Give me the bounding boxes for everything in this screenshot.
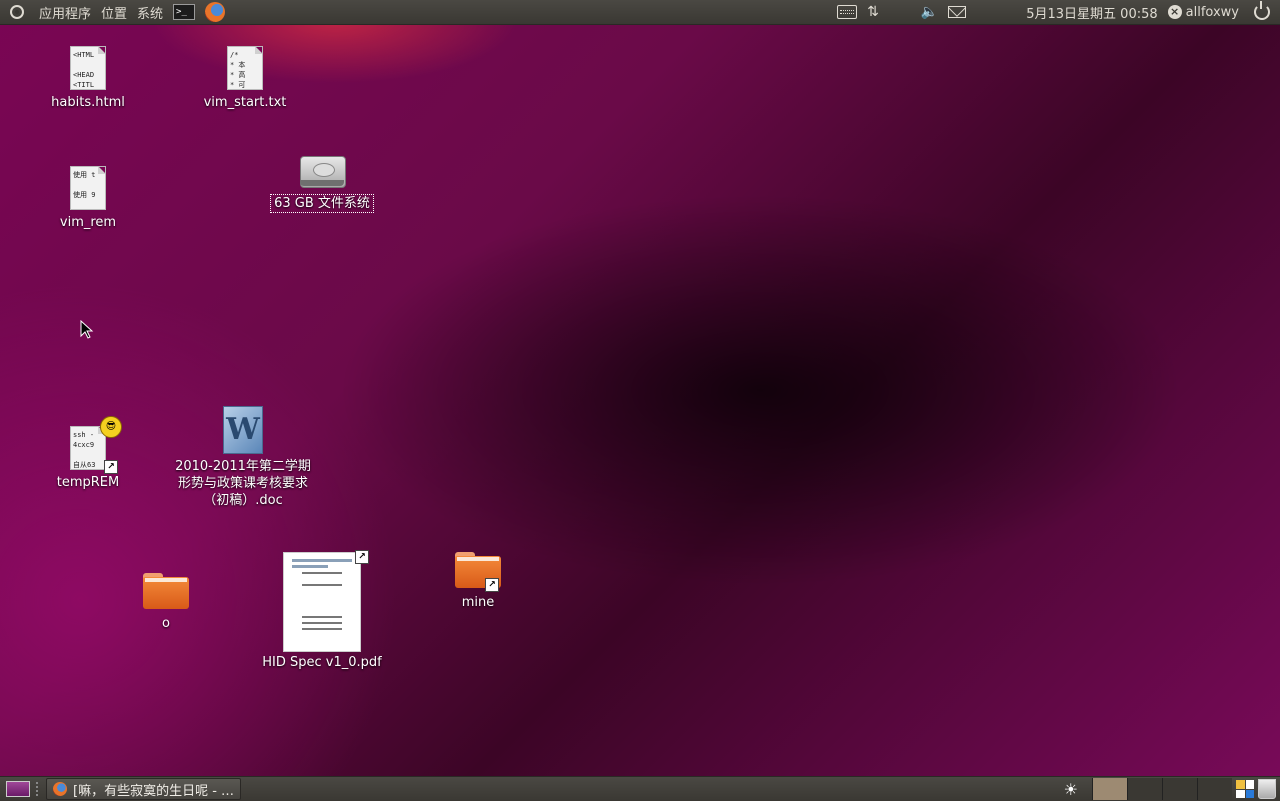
taskbar-window-title: [嘛，有些寂寞的生日呢 - …	[73, 783, 235, 799]
cool-emblem-icon: 😎	[100, 416, 122, 438]
desktop-icon-label: HID Spec v1_0.pdf	[262, 655, 382, 670]
terminal-icon: >_	[173, 4, 196, 20]
desktop-icon-habits-html[interactable]: <HTML <HEAD <TITL habits.html	[13, 46, 163, 111]
desktop-icon-temprem[interactable]: ssh - 4cxc9 自从63 😎 ↗ tempREM	[13, 416, 163, 491]
ubuntu-logo-icon[interactable]	[0, 0, 34, 24]
workspace-switcher-icon[interactable]	[1236, 780, 1254, 798]
keyboard-indicator[interactable]	[832, 0, 862, 24]
taskbar-window-button[interactable]: [嘛，有些寂寞的生日呢 - …	[46, 778, 242, 800]
firefox-icon	[205, 2, 226, 22]
workspace-1[interactable]	[1092, 778, 1127, 800]
menu-places[interactable]: 位置	[96, 0, 132, 24]
text-file-icon: 使用 t 使用 9	[70, 166, 106, 210]
hard-drive-icon	[298, 152, 346, 192]
desktop-icon-folder-o[interactable]: o	[91, 573, 241, 632]
desktop-icon-label: 2010-2011年第二学期	[175, 459, 311, 474]
desktop-icon-vim-start-txt[interactable]: /* * 本 * 高 * 可 vim_start.txt	[170, 46, 320, 111]
desktop-icon-label: o	[162, 616, 170, 631]
messaging-indicator[interactable]	[943, 0, 971, 24]
clock[interactable]: 5月13日星期五 00:58	[1021, 0, 1162, 24]
symlink-arrow-icon: ↗	[355, 550, 369, 564]
pdf-file-icon	[283, 552, 361, 652]
desktop-icon-filesystem[interactable]: 63 GB 文件系统	[247, 152, 397, 213]
bottom-panel: [嘛，有些寂寞的生日呢 - … ☀	[0, 776, 1280, 801]
workspace-4[interactable]	[1197, 778, 1232, 800]
desktop-icon-hid-spec-pdf[interactable]: ↗ HID Spec v1_0.pdf	[247, 550, 397, 671]
session-menu[interactable]	[1244, 0, 1280, 24]
desktop-icon-label: 63 GB 文件系统	[270, 194, 374, 213]
user-status-icon: ×	[1167, 5, 1182, 19]
keyboard-icon	[837, 5, 858, 19]
desktop-icon-label: tempREM	[56, 475, 120, 490]
weather-sun-icon[interactable]: ☀	[1064, 780, 1078, 799]
user-menu[interactable]: × allfoxwy	[1163, 0, 1244, 24]
desktop-icon-vim-rem[interactable]: 使用 t 使用 9 vim_rem	[13, 166, 163, 231]
desktop-icon-label: mine	[461, 595, 495, 610]
folder-icon	[143, 573, 189, 609]
html-file-icon: <HTML <HEAD <TITL	[70, 46, 106, 90]
text-file-icon: /* * 本 * 高 * 可	[227, 46, 263, 90]
menu-system[interactable]: 系统	[132, 0, 168, 24]
power-icon	[1254, 1, 1270, 20]
symlink-arrow-icon: ↗	[104, 460, 118, 474]
trash-icon[interactable]	[1258, 779, 1276, 799]
volume-icon[interactable]: 🔈	[916, 0, 943, 24]
desktop-icon-doc[interactable]: W 2010-2011年第二学期 形势与政策课考核要求 （初稿）.doc	[168, 406, 318, 509]
desktop-icon-label: habits.html	[51, 95, 125, 110]
terminal-launcher[interactable]: >_	[168, 0, 200, 24]
menu-applications[interactable]: 应用程序	[34, 0, 96, 24]
network-icon[interactable]: ⇅	[862, 0, 884, 24]
username: allfoxwy	[1185, 4, 1239, 20]
top-panel: 应用程序 位置 系统 >_ ⇅ 🔈 5月13日星期五 00:58 × allfo…	[0, 0, 1280, 25]
desktop-icon-label: vim_rem	[59, 215, 117, 230]
firefox-launcher[interactable]	[200, 0, 230, 24]
workspace-2[interactable]	[1127, 778, 1162, 800]
desktop-icon-folder-mine[interactable]: ↗ mine	[403, 552, 553, 611]
panel-grip[interactable]	[36, 782, 42, 796]
envelope-icon	[948, 6, 967, 18]
symlink-arrow-icon: ↗	[485, 578, 499, 592]
mouse-cursor-icon	[80, 320, 94, 339]
desktop-icon-label: 形势与政策课考核要求	[177, 476, 308, 491]
firefox-icon	[53, 782, 67, 796]
word-document-icon: W	[223, 406, 263, 454]
show-desktop-button[interactable]	[6, 781, 30, 797]
desktop-icon-label: vim_start.txt	[203, 95, 287, 110]
workspace-3[interactable]	[1162, 778, 1197, 800]
desktop-icon-label: （初稿）.doc	[203, 493, 283, 508]
